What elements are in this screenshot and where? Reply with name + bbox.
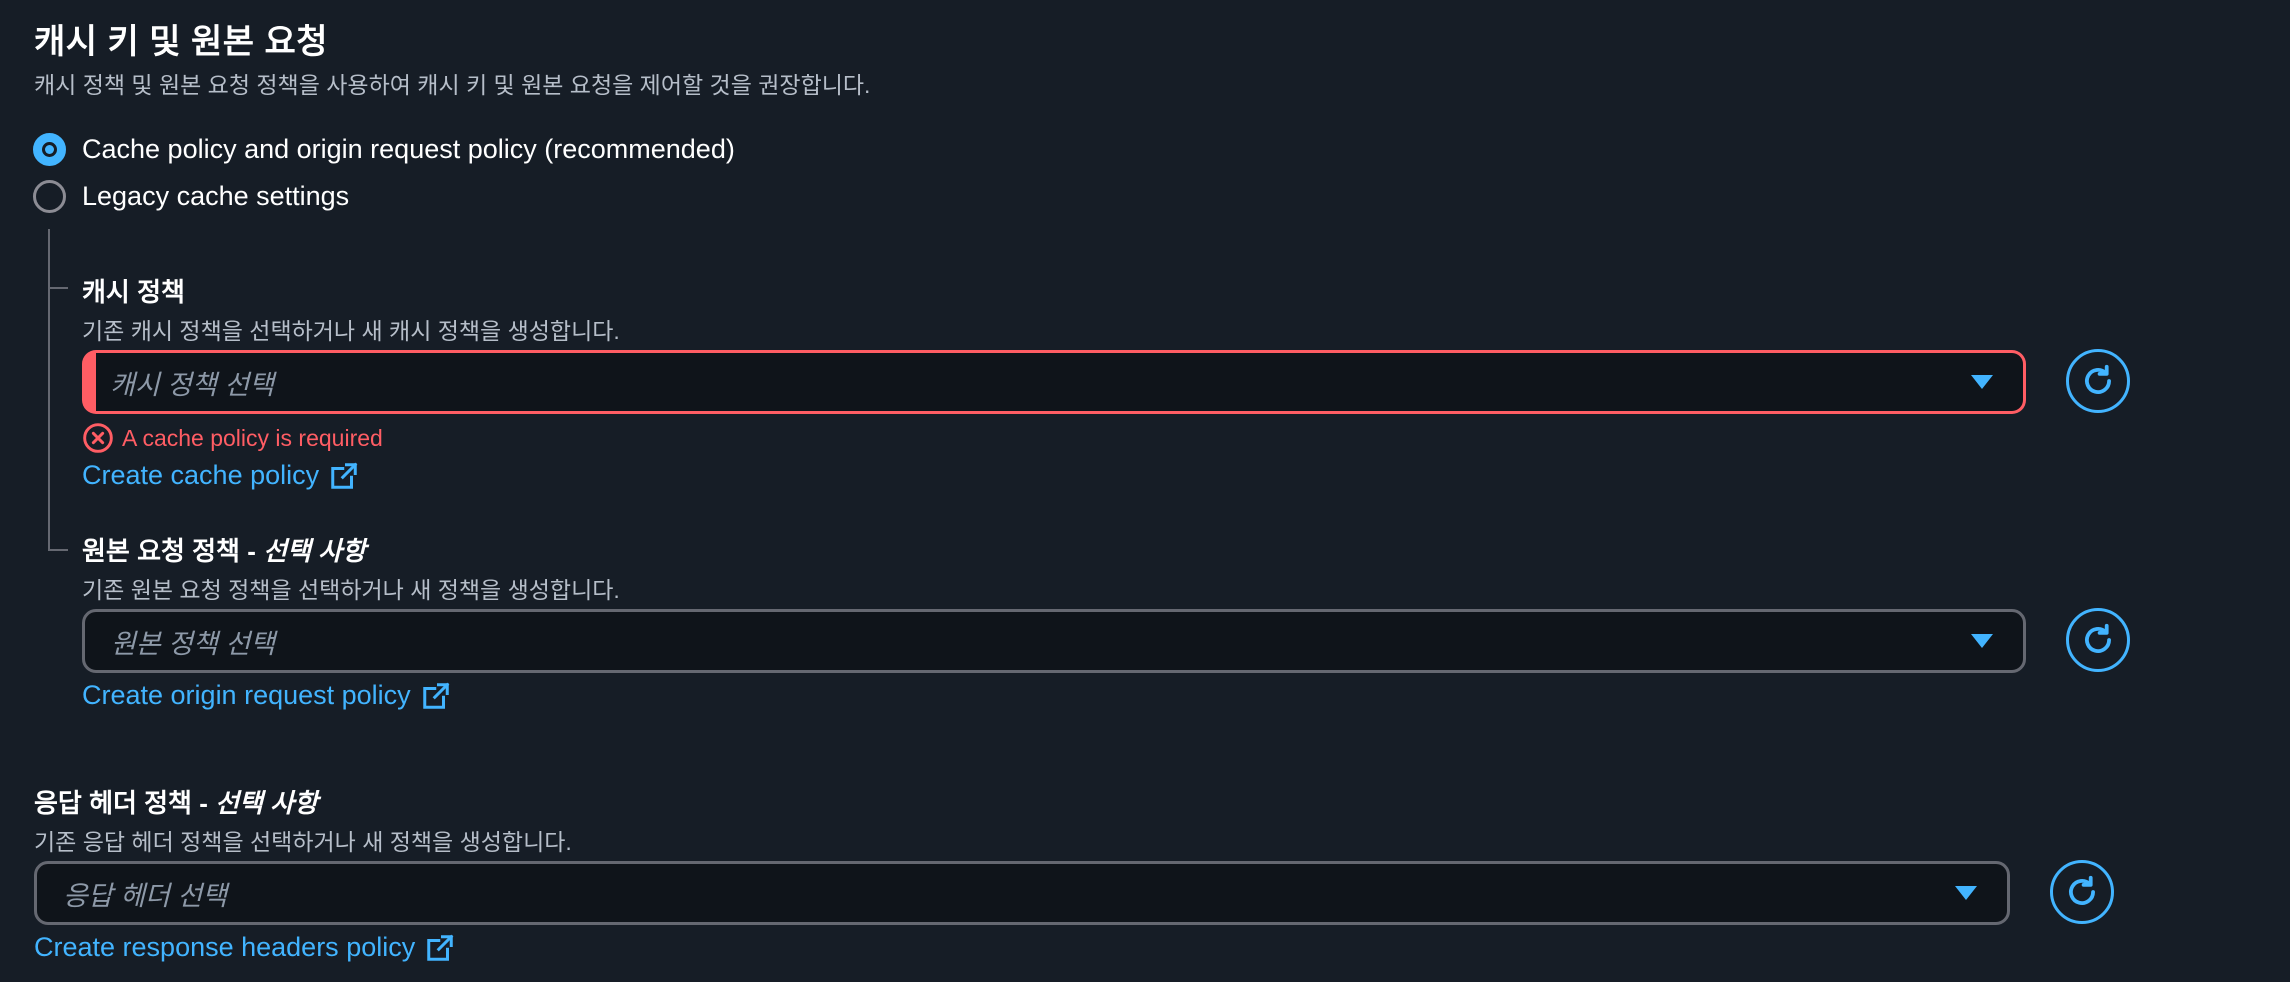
response-policy-description: 기존 응답 헤더 정책을 선택하거나 새 정책을 생성합니다. (34, 829, 572, 855)
cache-policy-title: 캐시 정책 (82, 277, 185, 307)
tree-connector-branch (48, 287, 68, 289)
origin-policy-placeholder: 원본 정책 선택 (111, 628, 276, 659)
radio-option-legacy[interactable]: Legacy cache settings (33, 180, 349, 213)
tree-connector-branch (48, 549, 68, 551)
external-link-icon (425, 933, 455, 963)
refresh-icon (2085, 364, 2111, 394)
response-policy-title-text: 응답 헤더 정책 - (34, 788, 216, 818)
link-text: Create origin request policy (82, 680, 411, 710)
optional-label: 선택 사항 (215, 788, 318, 818)
origin-policy-title-text: 원본 요청 정책 - (82, 536, 264, 566)
link-text: Create cache policy (82, 460, 320, 490)
error-text: A cache policy is required (122, 424, 383, 451)
response-headers-select[interactable]: 응답 헤더 선택 (34, 861, 2010, 925)
refresh-response-policy-button[interactable] (2050, 860, 2114, 924)
external-link-icon (421, 681, 451, 711)
create-origin-request-policy-link[interactable]: Create origin request policy (82, 680, 451, 711)
cache-policy-error: A cache policy is required (82, 422, 383, 454)
radio-button-checked[interactable] (33, 133, 66, 166)
link-text: Create response headers policy (34, 932, 416, 962)
radio-label: Legacy cache settings (82, 181, 350, 211)
origin-policy-select[interactable]: 원본 정책 선택 (82, 609, 2026, 673)
create-response-headers-policy-link[interactable]: Create response headers policy (34, 932, 455, 963)
cache-policy-placeholder: 캐시 정책 선택 (110, 369, 275, 400)
section-description: 캐시 정책 및 원본 요청 정책을 사용하여 캐시 키 및 원본 요청을 제어할… (34, 72, 871, 98)
refresh-cache-policy-button[interactable] (2066, 349, 2130, 413)
response-policy-title: 응답 헤더 정책 - 선택 사항 (34, 783, 318, 820)
radio-label: Cache policy and origin request policy (… (82, 134, 735, 164)
origin-policy-description: 기존 원본 요청 정책을 선택하거나 새 정책을 생성합니다. (82, 577, 620, 603)
cache-policy-select[interactable]: 캐시 정책 선택 (82, 350, 2026, 414)
caret-down-icon (1971, 375, 1993, 389)
refresh-icon (2069, 875, 2095, 905)
external-link-icon (329, 461, 359, 491)
refresh-icon (2085, 623, 2111, 653)
create-cache-policy-link[interactable]: Create cache policy (82, 460, 359, 491)
cache-policy-description: 기존 캐시 정책을 선택하거나 새 캐시 정책을 생성합니다. (82, 318, 620, 344)
error-icon (82, 422, 114, 454)
origin-policy-title: 원본 요청 정책 - 선택 사항 (82, 531, 366, 568)
refresh-origin-policy-button[interactable] (2066, 608, 2130, 672)
optional-label: 선택 사항 (263, 536, 366, 566)
caret-down-icon (1955, 886, 1977, 900)
tree-connector-vertical (48, 229, 50, 551)
caret-down-icon (1971, 634, 1993, 648)
response-headers-placeholder: 응답 헤더 선택 (63, 880, 228, 911)
section-title: 캐시 키 및 원본 요청 (34, 23, 329, 61)
radio-button[interactable] (33, 180, 66, 213)
radio-option-cache-policy[interactable]: Cache policy and origin request policy (… (33, 133, 735, 166)
